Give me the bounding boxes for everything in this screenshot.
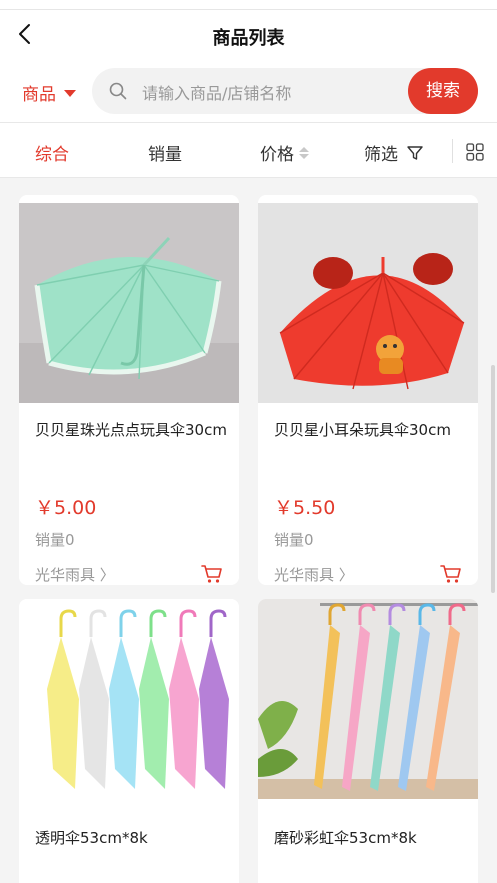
tab-filter-label: 筛选 bbox=[364, 145, 398, 165]
tab-comprehensive-label: 综合 bbox=[35, 145, 69, 165]
tab-comprehensive[interactable]: 综合 bbox=[35, 140, 69, 165]
shop-link[interactable]: 光华雨具 〉 bbox=[274, 564, 354, 585]
product-name: 透明伞53cm*8k bbox=[35, 829, 148, 847]
product-sales: 销量0 bbox=[35, 531, 75, 549]
status-bar bbox=[0, 0, 497, 10]
tab-sales[interactable]: 销量 bbox=[148, 140, 182, 165]
search-icon bbox=[109, 82, 127, 100]
product-name: 贝贝星珠光点点玩具伞30cm bbox=[35, 421, 227, 439]
tab-sales-label: 销量 bbox=[148, 145, 182, 165]
product-image bbox=[19, 203, 239, 403]
search-input[interactable]: 请输入商品/店铺名称 bbox=[142, 80, 291, 104]
scrollbar[interactable] bbox=[491, 365, 495, 593]
search-row: 商品 请输入商品/店铺名称 搜索 bbox=[0, 60, 497, 122]
product-image bbox=[258, 203, 478, 403]
tab-filter[interactable]: 筛选 bbox=[364, 140, 424, 165]
tab-price[interactable]: 价格 bbox=[260, 140, 309, 165]
product-price: ￥5.00 bbox=[35, 497, 97, 519]
sort-arrows-icon bbox=[299, 146, 309, 159]
product-card[interactable]: 贝贝星小耳朵玩具伞30cm ￥5.50 销量0 光华雨具 〉 bbox=[258, 195, 478, 585]
cart-icon[interactable] bbox=[201, 563, 223, 585]
chevron-right-icon: 〉 bbox=[334, 566, 354, 584]
category-dropdown[interactable]: 商品 bbox=[22, 80, 76, 105]
shop-name: 光华雨具 bbox=[274, 566, 335, 584]
product-name: 贝贝星小耳朵玩具伞30cm bbox=[274, 421, 451, 439]
page-title: 商品列表 bbox=[212, 28, 285, 49]
caret-down-icon bbox=[64, 90, 76, 97]
tab-price-label: 价格 bbox=[260, 145, 294, 165]
product-price: ￥5.50 bbox=[274, 497, 336, 519]
filter-bar: 综合 销量 价格 筛选 bbox=[0, 122, 497, 178]
product-card[interactable]: 贝贝星珠光点点玩具伞30cm ￥5.00 销量0 光华雨具 〉 bbox=[19, 195, 239, 585]
search-button[interactable]: 搜索 bbox=[408, 68, 478, 114]
funnel-icon bbox=[407, 145, 423, 160]
product-grid: 贝贝星珠光点点玩具伞30cm ￥5.00 销量0 光华雨具 〉 贝贝星小耳朵玩具… bbox=[0, 179, 497, 883]
chevron-right-icon: 〉 bbox=[95, 566, 115, 584]
product-sales: 销量0 bbox=[274, 531, 314, 549]
cart-icon[interactable] bbox=[440, 563, 462, 585]
grid-view-icon[interactable] bbox=[466, 143, 484, 161]
product-card[interactable]: 透明伞53cm*8k bbox=[19, 599, 239, 883]
divider bbox=[452, 139, 453, 163]
shop-link[interactable]: 光华雨具 〉 bbox=[35, 564, 115, 585]
nav-bar: 商品列表 bbox=[0, 10, 497, 60]
shop-name: 光华雨具 bbox=[35, 566, 96, 584]
product-image bbox=[258, 599, 478, 799]
search-box[interactable]: 请输入商品/店铺名称 搜索 bbox=[92, 68, 478, 114]
product-name: 磨砂彩虹伞53cm*8k bbox=[274, 829, 417, 847]
product-image bbox=[19, 599, 239, 799]
category-label: 商品 bbox=[22, 85, 56, 105]
product-card[interactable]: 磨砂彩虹伞53cm*8k bbox=[258, 599, 478, 883]
